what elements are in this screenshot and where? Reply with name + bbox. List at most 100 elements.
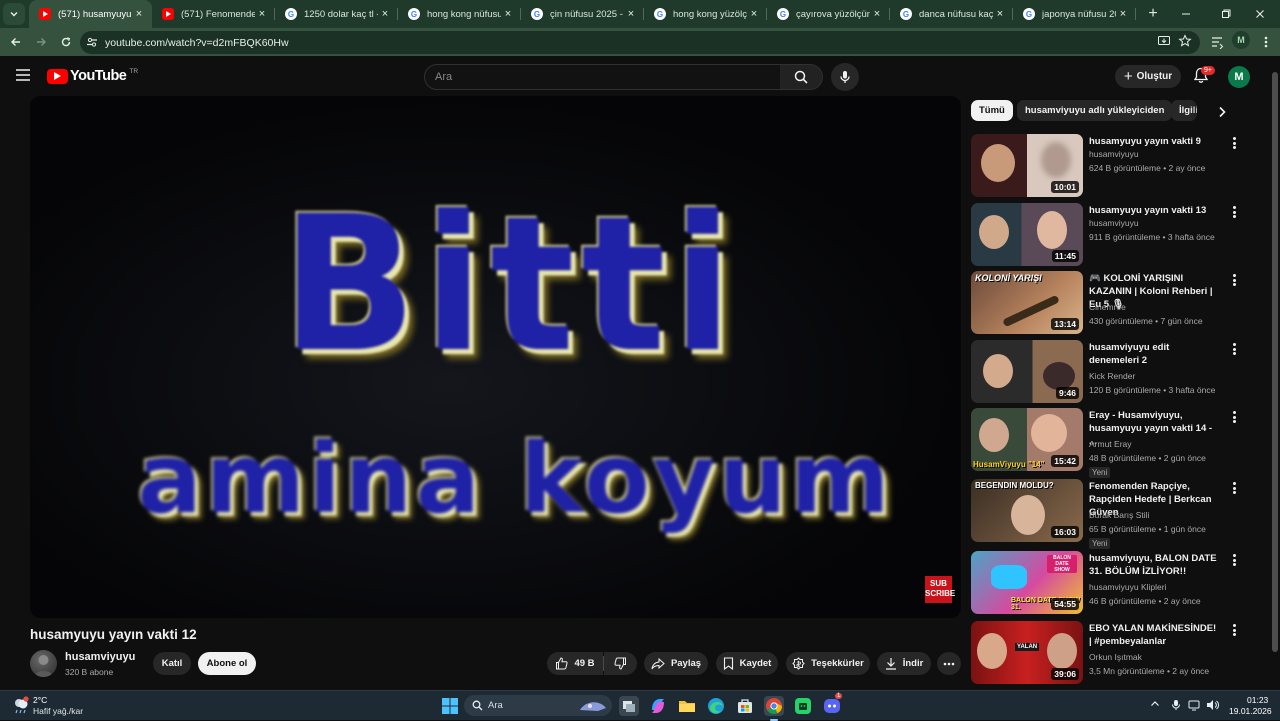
file-explorer-app[interactable]	[677, 696, 697, 716]
whatsapp-app[interactable]	[793, 696, 813, 716]
clock-date[interactable]: 19.01.2026	[1229, 706, 1272, 716]
recommendation-item[interactable]: YALAN 39:06 EBO YALAN MAKİNESİNDE! | #pemb…	[971, 621, 1243, 685]
recommendation-item[interactable]: BEGENDIN MOLDU? 16:03 Fenomenden Rapçiye, …	[971, 479, 1243, 549]
tab-close-icon[interactable]: ×	[255, 8, 269, 20]
recommendation-title[interactable]: husamviyuyu, BALON DATE 31. BÖLÜM İZLİYO…	[1089, 552, 1217, 578]
browser-profile-avatar[interactable]: M	[1232, 31, 1250, 49]
recommendation-title[interactable]: husamviyuyu edit denemeleri 2	[1089, 341, 1217, 367]
tab-close-icon[interactable]: ×	[993, 8, 1007, 20]
share-button[interactable]: Paylaş	[644, 652, 708, 675]
browser-tab[interactable]: (571) husamyuyu yayın vakti 12×	[29, 0, 152, 28]
copilot-app[interactable]	[648, 696, 668, 716]
tab-close-icon[interactable]: ×	[870, 8, 884, 20]
browser-tab[interactable]: Gçin nüfusu 2025 - Google×	[521, 0, 644, 28]
video-thumbnail[interactable]: YALAN 39:06	[971, 621, 1083, 684]
reading-list-icon[interactable]	[1210, 35, 1224, 49]
show-hidden-icons[interactable]	[1150, 699, 1160, 709]
tab-close-icon[interactable]: ×	[378, 8, 392, 20]
account-avatar[interactable]: M	[1228, 66, 1250, 88]
recommendation-channel[interactable]: husamviyuyu	[1089, 218, 1139, 228]
thanks-button[interactable]: Teşekkürler	[786, 652, 870, 675]
recommendation-channel[interactable]: Kick Render	[1089, 371, 1135, 381]
page-scrollbar-thumb[interactable]	[1272, 72, 1278, 652]
search-button[interactable]	[780, 64, 823, 90]
recommendation-item[interactable]: BALON DATE SHOW BALON DATE SHOW 31. 54:55 h…	[971, 551, 1243, 615]
search-input[interactable]: Ara	[424, 64, 781, 90]
install-app-icon[interactable]	[1157, 34, 1171, 48]
download-button[interactable]: İndir	[877, 652, 931, 675]
recommendation-item[interactable]: 11:45 husamyuyu yayın vakti 13 husamviyuyu…	[971, 203, 1243, 267]
new-tab-button[interactable]: +	[1142, 5, 1164, 23]
reload-button[interactable]	[53, 30, 78, 55]
browser-tab[interactable]: (571) Fenomenden Rapçiye×	[152, 0, 275, 28]
recommendation-channel[interactable]: Armut Eray	[1089, 439, 1132, 449]
taskbar-search[interactable]: Ara	[464, 695, 612, 716]
more-options-icon[interactable]	[1229, 273, 1239, 287]
recommendation-item[interactable]: KOLONİ YARIŞI 13:14 🎮 KOLONİ YARIŞINI KAZA…	[971, 271, 1243, 335]
recommendation-channel[interactable]: husamviyuyu	[1089, 149, 1139, 159]
more-options-icon[interactable]	[1229, 205, 1239, 219]
like-button[interactable]: 49 B	[547, 652, 603, 675]
browser-tab[interactable]: Gçayırova yüzölçümü - Google×	[767, 0, 890, 28]
video-thumbnail[interactable]: BALON DATE SHOW BALON DATE SHOW 31. 54:55	[971, 551, 1083, 614]
voice-search-button[interactable]	[831, 63, 859, 91]
video-thumbnail[interactable]: 9:46	[971, 340, 1083, 403]
recommendation-item[interactable]: HusamViyuyu "14" 15:42 Eray - Husamviyuyu,…	[971, 408, 1243, 478]
forward-button[interactable]	[28, 30, 53, 55]
tab-close-icon[interactable]: ×	[1116, 8, 1130, 20]
tab-close-icon[interactable]: ×	[501, 8, 515, 20]
subscribe-button[interactable]: Abone ol	[198, 652, 256, 675]
channel-avatar[interactable]	[30, 650, 57, 677]
tab-close-icon[interactable]: ×	[132, 8, 146, 20]
subscribe-watermark[interactable]: SUB SCRIBE	[925, 576, 955, 603]
chip-from-uploader[interactable]: husamviyuyu adlı yükleyiciden	[1017, 100, 1173, 121]
recommendation-item[interactable]: 10:01 husamyuyu yayın vakti 9 husamviyuyu 6…	[971, 134, 1243, 198]
video-thumbnail[interactable]: 10:01	[971, 134, 1083, 197]
browser-tab[interactable]: Ghong kong yüzölçümü×	[644, 0, 767, 28]
hamburger-menu-icon[interactable]	[15, 68, 31, 82]
video-thumbnail[interactable]: HusamViyuyu "14" 15:42	[971, 408, 1083, 471]
youtube-logo[interactable]: YouTube TR	[47, 68, 138, 84]
recommendation-title[interactable]: husamyuyu yayın vakti 9	[1089, 135, 1217, 148]
volume-icon[interactable]	[1206, 699, 1219, 711]
video-thumbnail[interactable]: KOLONİ YARIŞI 13:14	[971, 271, 1083, 334]
browser-tab[interactable]: Gdanca nüfusu kaç - Google×	[890, 0, 1013, 28]
browser-tab[interactable]: G 1250 dolar kaç tl - Google×	[275, 0, 398, 28]
channel-name[interactable]: husamviyuyu	[65, 651, 135, 663]
close-window-button[interactable]	[1240, 0, 1280, 28]
discord-app[interactable]: 1	[822, 693, 843, 716]
more-options-icon[interactable]	[1229, 481, 1239, 495]
more-options-icon[interactable]	[1229, 410, 1239, 424]
browser-tab[interactable]: Ghong kong nüfusu 2025×	[398, 0, 521, 28]
more-actions-button[interactable]	[937, 652, 961, 675]
tab-search-button[interactable]	[3, 3, 25, 25]
recommendation-title[interactable]: husamyuyu yayın vakti 13	[1089, 204, 1217, 217]
browser-menu-icon[interactable]	[1260, 35, 1272, 49]
microphone-tray-icon[interactable]	[1171, 699, 1181, 711]
recommendation-title[interactable]: EBO YALAN MAKİNESİNDE! | #pembeyalanlar	[1089, 622, 1217, 648]
join-button[interactable]: Katıl	[153, 652, 191, 675]
recommendation-channel[interactable]: Burak Barış Stili	[1089, 510, 1149, 520]
dislike-button[interactable]	[604, 652, 637, 675]
weather-temperature[interactable]: 2°C	[33, 695, 47, 705]
site-info-icon[interactable]	[86, 36, 98, 48]
chips-next-button[interactable]	[1212, 102, 1232, 122]
chip-all[interactable]: Tümü	[971, 100, 1013, 121]
back-button[interactable]	[3, 30, 28, 55]
video-thumbnail[interactable]: 11:45	[971, 203, 1083, 266]
store-app[interactable]	[735, 696, 755, 716]
more-options-icon[interactable]	[1229, 342, 1239, 356]
network-icon[interactable]	[1188, 699, 1200, 711]
tab-close-icon[interactable]: ×	[624, 8, 638, 20]
start-button[interactable]	[440, 696, 460, 716]
more-options-icon[interactable]	[1229, 553, 1239, 567]
create-button[interactable]: + Oluştur	[1115, 65, 1181, 88]
weather-snow-rain-icon[interactable]	[12, 696, 30, 714]
tab-close-icon[interactable]: ×	[747, 8, 761, 20]
browser-tab[interactable]: Gjaponya nüfusu 2025×	[1013, 0, 1136, 28]
task-view-button[interactable]	[619, 696, 639, 716]
more-options-icon[interactable]	[1229, 623, 1239, 637]
save-button[interactable]: Kaydet	[716, 652, 778, 675]
address-bar[interactable]: youtube.com/watch?v=d2mFBQK60Hw	[80, 31, 1200, 54]
video-player[interactable]: Bitti amina koyum SUB SCRIBE	[30, 96, 961, 618]
